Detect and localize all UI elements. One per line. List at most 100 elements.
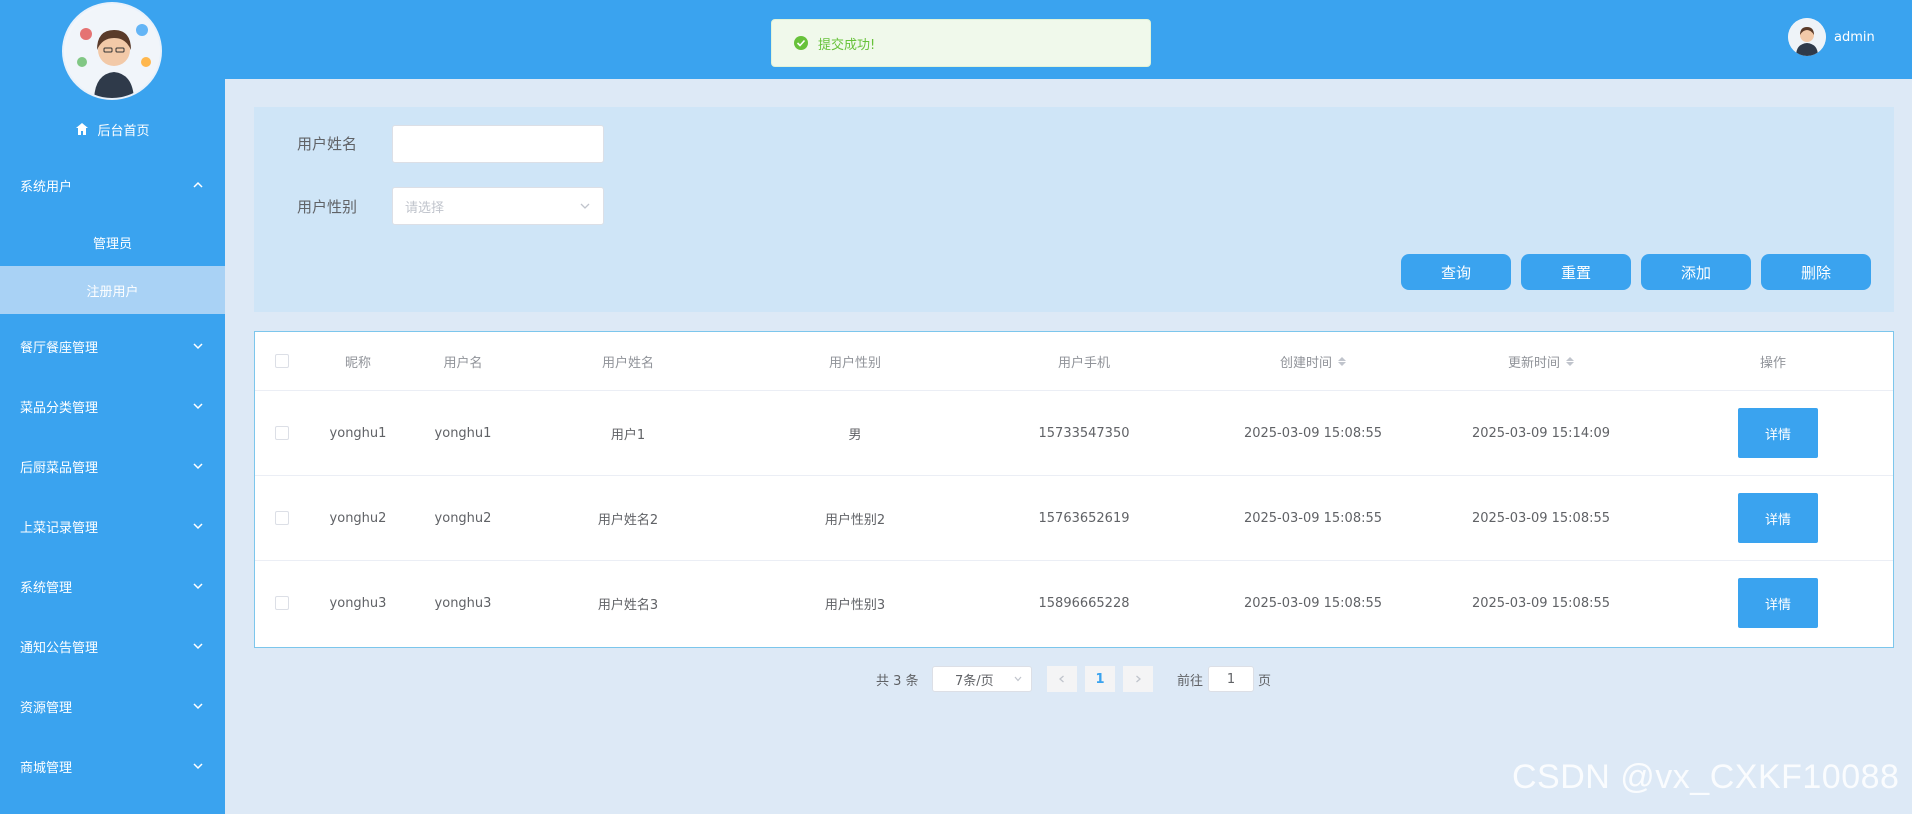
sidebar-group-label: 系统管理 [20,580,73,596]
cell-created: 2025-03-09 15:08:55 [1243,425,1383,441]
goto-prefix: 前往 [1177,673,1204,689]
chevron-down-icon [1014,676,1022,682]
chevron-down-icon [580,203,590,209]
detail-button[interactable]: 详情 [1738,578,1818,628]
column-header-nickname: 昵称 [344,355,371,371]
column-header-gender: 用户性别 [828,355,881,371]
column-header-action: 操作 [1759,355,1786,371]
delete-button[interactable]: 删除 [1761,254,1871,290]
page-size-select[interactable]: 7条/页 [932,666,1032,692]
page-number-current[interactable]: 1 [1085,666,1115,692]
chevron-down-icon [193,703,203,710]
chevron-up-icon [193,181,203,188]
cell-username: yonghu1 [434,425,492,441]
cell-nickname: yonghu3 [329,595,387,611]
row-checkbox[interactable] [275,511,289,525]
goto-suffix: 页 [1258,673,1272,689]
cell-updated: 2025-03-09 15:08:55 [1471,510,1611,526]
sidebar-group-label: 商城管理 [20,760,73,776]
cell-username: yonghu3 [434,595,492,611]
row-checkbox[interactable] [275,596,289,610]
chevron-down-icon [193,463,203,470]
sidebar-group-dining-seats[interactable]: 餐厅餐座管理 [0,328,225,364]
gender-select-placeholder: 请选择 [405,200,445,216]
column-header-phone: 用户手机 [1057,355,1110,371]
sidebar-item-home[interactable]: 后台首页 [0,114,225,144]
check-circle-icon [794,36,808,50]
name-filter-input[interactable] [392,125,604,163]
column-header-updated[interactable]: 更新时间 [1451,332,1631,390]
column-header-created[interactable]: 创建时间 [1223,332,1403,390]
sidebar-item-label: 管理员 [92,236,132,252]
chevron-right-icon [1136,675,1141,683]
row-select-cell [267,561,297,645]
column-header-created-label: 创建时间 [1279,355,1332,371]
sidebar-group-label: 餐厅餐座管理 [20,340,99,356]
chevron-left-icon [1059,675,1064,683]
sidebar-item-registered-users[interactable]: 注册用户 [0,266,225,314]
cell-gender: 男 [848,427,862,443]
column-header-updated-label: 更新时间 [1507,355,1560,371]
cell-real-name: 用户姓名3 [597,597,659,613]
cell-created: 2025-03-09 15:08:55 [1243,595,1383,611]
select-all-cell [267,332,297,390]
cell-phone: 15733547350 [1038,425,1130,441]
cell-username: yonghu2 [434,510,492,526]
cell-phone: 15763652619 [1038,510,1130,526]
detail-button[interactable]: 详情 [1738,493,1818,543]
sidebar-group-kitchen-dishes[interactable]: 后厨菜品管理 [0,448,225,484]
search-panel: 用户姓名 用户性别 请选择 查询 重置 添加 删除 [254,107,1894,312]
cell-real-name: 用户1 [610,427,646,443]
sort-icon[interactable] [1338,356,1346,366]
prev-page-button[interactable] [1047,666,1077,692]
pagination-total: 共 3 条 [876,673,919,689]
sidebar-avatar [62,2,162,100]
gender-filter-label: 用户性别 [297,198,358,216]
cell-updated: 2025-03-09 15:08:55 [1471,595,1611,611]
row-checkbox[interactable] [275,426,289,440]
sidebar-group-shop[interactable]: 商城管理 [0,748,225,784]
home-icon [76,123,89,135]
sidebar-group-serving-records[interactable]: 上菜记录管理 [0,508,225,544]
query-button[interactable]: 查询 [1401,254,1511,290]
cell-gender: 用户性别3 [824,597,886,613]
sidebar-group-label: 后厨菜品管理 [20,460,99,476]
success-toast: 提交成功! [771,19,1151,67]
chevron-down-icon [193,583,203,590]
add-button[interactable]: 添加 [1641,254,1751,290]
sidebar-item-label: 注册用户 [86,284,139,300]
row-select-cell [267,391,297,475]
row-select-cell [267,476,297,560]
csdn-watermark: CSDN @vx_CXKF10088 [1512,758,1900,796]
gender-filter-select[interactable]: 请选择 [392,187,604,225]
cell-real-name: 用户姓名2 [597,512,659,528]
sidebar-group-system-users[interactable]: 系统用户 [0,167,225,203]
user-menu[interactable]: admin [1788,18,1875,56]
detail-button[interactable]: 详情 [1738,408,1818,458]
select-all-checkbox[interactable] [275,354,289,368]
sidebar-group-label: 菜品分类管理 [20,400,99,416]
sidebar-item-admin[interactable]: 管理员 [0,218,225,266]
goto-page-input[interactable]: 1 [1208,666,1254,692]
toast-message: 提交成功! [818,37,876,53]
sidebar-group-label: 上菜记录管理 [20,520,99,536]
chevron-down-icon [193,763,203,770]
sidebar-group-system-management[interactable]: 系统管理 [0,568,225,604]
username: admin [1834,29,1875,45]
name-filter-label: 用户姓名 [297,135,358,153]
sidebar-home-label: 后台首页 [97,123,150,139]
sort-icon[interactable] [1566,356,1574,366]
sidebar-group-notices[interactable]: 通知公告管理 [0,628,225,664]
chevron-down-icon [193,343,203,350]
next-page-button[interactable] [1123,666,1153,692]
user-avatar [1788,18,1826,56]
sidebar-group-dish-categories[interactable]: 菜品分类管理 [0,388,225,424]
sidebar-group-resources[interactable]: 资源管理 [0,688,225,724]
cell-phone: 15896665228 [1038,595,1130,611]
chevron-down-icon [193,403,203,410]
sidebar-group-label: 通知公告管理 [20,640,99,656]
sidebar-group-label: 系统用户 [20,179,73,195]
chevron-down-icon [193,523,203,530]
cell-updated: 2025-03-09 15:14:09 [1471,425,1611,441]
reset-button[interactable]: 重置 [1521,254,1631,290]
